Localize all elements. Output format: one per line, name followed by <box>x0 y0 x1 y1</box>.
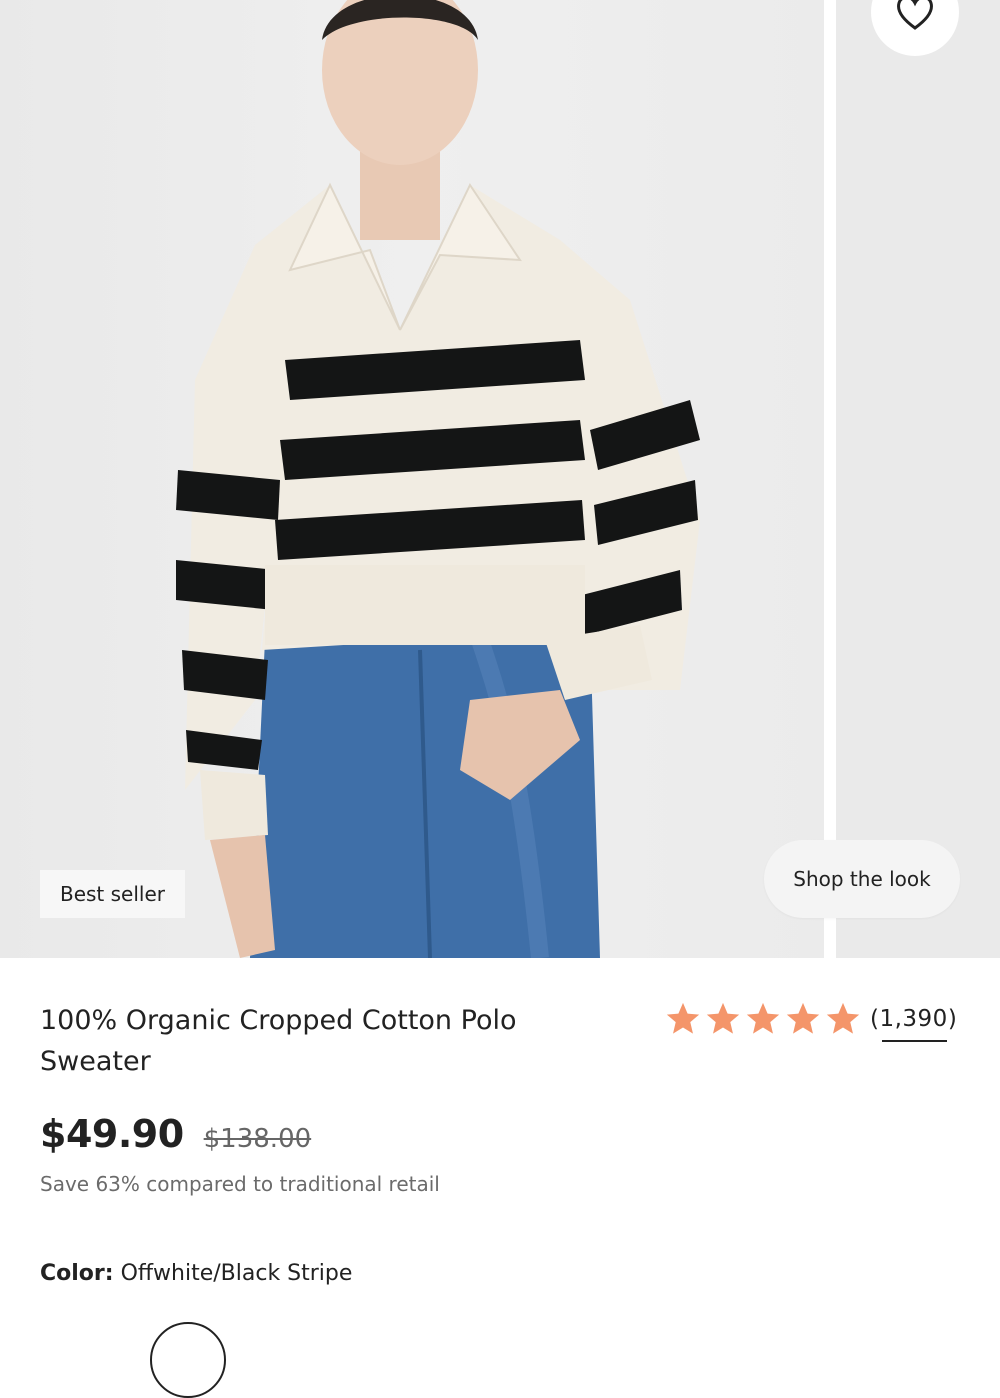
best-seller-badge: Best seller <box>40 870 185 918</box>
star-icon <box>746 1002 780 1034</box>
star-icon <box>786 1002 820 1034</box>
review-count: (1,390) <box>870 1006 958 1032</box>
color-swatch-selected[interactable] <box>150 1322 226 1398</box>
product-title: 100% Organic Cropped Cotton Polo Sweater <box>40 1005 517 1077</box>
model-photo-illustration <box>176 0 700 958</box>
color-selection-label: Color: Offwhite/Black Stripe <box>40 1261 352 1286</box>
star-icon <box>666 1002 700 1034</box>
original-price: $138.00 <box>203 1124 312 1154</box>
sale-price: $49.90 <box>40 1112 184 1156</box>
star-icon <box>826 1002 860 1034</box>
gallery-divider <box>824 0 836 958</box>
review-count-underline <box>882 1040 948 1042</box>
heart-icon <box>897 0 933 30</box>
product-image-gallery[interactable]: Best seller Shop the look <box>0 0 1000 958</box>
review-count-link[interactable]: (1,390) <box>870 1006 958 1042</box>
rating-stars <box>664 1000 862 1038</box>
color-label: Color: <box>40 1261 114 1286</box>
color-value: Offwhite/Black Stripe <box>120 1261 353 1286</box>
savings-text: Save 63% compared to traditional retail <box>40 1172 440 1196</box>
product-photo-next[interactable] <box>836 0 1000 958</box>
star-icon <box>706 1002 740 1034</box>
shop-the-look-button[interactable]: Shop the look <box>764 840 960 918</box>
product-rating[interactable]: (1,390) <box>664 1000 958 1042</box>
product-photo-main[interactable]: Best seller <box>0 0 824 958</box>
price-row: $49.90 $138.00 <box>40 1112 311 1156</box>
